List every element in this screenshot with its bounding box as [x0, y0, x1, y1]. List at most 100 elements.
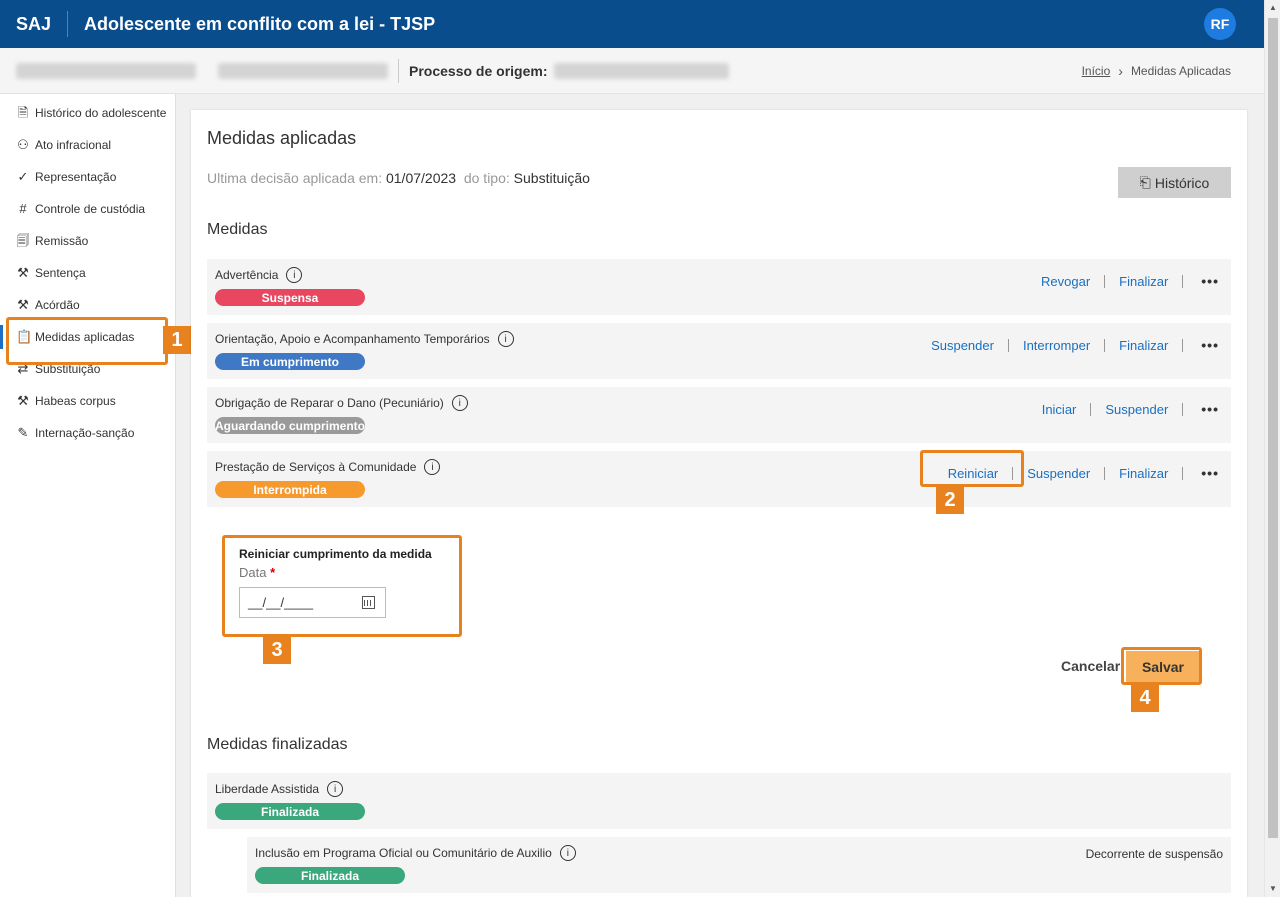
more-options-icon[interactable]: ••• [1201, 273, 1219, 289]
annotation-box-3 [222, 535, 462, 637]
info-icon[interactable]: i [327, 781, 344, 797]
sidebar-item-label: Ato infracional [35, 138, 112, 152]
breadcrumb-current: Medidas Aplicadas [1130, 64, 1231, 78]
divider [1104, 338, 1106, 352]
grid-hash-icon: # [19, 201, 27, 216]
finished-section-title: Medidas finalizadas [207, 736, 348, 753]
scroll-up-icon[interactable]: ▲ [1269, 3, 1277, 12]
check-icon: ✓ [17, 169, 29, 184]
sidebar-item-internacao-sancao[interactable]: ✎ Internação-sanção [0, 417, 175, 449]
measure-name: Orientação, Apoio e Acompanhamento Tempo… [215, 332, 490, 346]
suspend-button[interactable]: Suspender [1027, 466, 1090, 481]
sidebar-item-label: Habeas corpus [35, 394, 116, 408]
page-title: Medidas aplicadas [207, 128, 357, 148]
info-icon[interactable]: i [286, 267, 303, 283]
cancel-button[interactable]: Cancelar [1061, 658, 1120, 674]
sidebar-item-representacao[interactable]: ✓ Representação [0, 161, 175, 193]
sidebar-item-label: Controle de custódia [35, 202, 146, 216]
breadcrumb-home[interactable]: Início [1082, 64, 1111, 78]
measure-row: Advertência i Suspensa Revogar Finalizar … [207, 259, 1231, 315]
revoke-button[interactable]: Revogar [1041, 274, 1090, 289]
edit-document-icon: ✎ [17, 425, 29, 440]
sidebar-item-label: Sentença [35, 266, 86, 280]
vertical-scrollbar[interactable]: ▲ ▼ [1264, 0, 1280, 897]
breadcrumb: Início › Medidas Aplicadas [1082, 63, 1231, 79]
redacted-number [218, 62, 388, 79]
status-badge: Em cumprimento [215, 353, 365, 370]
more-options-icon[interactable]: ••• [1201, 401, 1219, 417]
measure-name: Inclusão em Programa Oficial ou Comunitá… [255, 846, 552, 860]
annotation-box-2 [920, 450, 1024, 487]
chevron-right-icon: › [1118, 63, 1123, 79]
info-icon[interactable]: i [559, 845, 576, 861]
history-button-label: Histórico [1154, 174, 1210, 191]
user-avatar[interactable]: RF [1204, 8, 1236, 40]
measure-row: Prestação de Serviços à Comunidade i Inte… [207, 451, 1231, 507]
suspend-button[interactable]: Suspender [1105, 402, 1168, 417]
interrupt-button[interactable]: Interromper [1023, 338, 1090, 353]
process-bar: Processo de origem: Início › Medidas Apl… [0, 48, 1264, 94]
finished-measure-row: Inclusão em Programa Oficial ou Comunitá… [247, 837, 1231, 893]
measure-name: Prestação de Serviços à Comunidade [215, 460, 417, 474]
finished-measure-row: Liberdade Assistida i Finalizada [207, 773, 1231, 829]
status-badge: Finalizada [215, 803, 365, 820]
measure-name: Advertência [215, 268, 279, 282]
divider [1007, 338, 1009, 352]
app-title: Adolescente em conflito com a lei - TJSP [84, 13, 436, 34]
sidebar-item-habeas-corpus[interactable]: ⚒ Habeas corpus [0, 385, 175, 417]
gavel-icon: ⚒ [17, 297, 29, 312]
annotation-number-1: 1 [163, 326, 191, 354]
info-icon[interactable]: i [424, 459, 441, 475]
divider [1104, 466, 1106, 480]
more-options-icon[interactable]: ••• [1201, 337, 1219, 353]
suspend-button[interactable]: Suspender [931, 338, 994, 353]
sidebar-item-controle-custodia[interactable]: # Controle de custódia [0, 193, 175, 225]
annotation-box-1 [6, 317, 168, 365]
divider [398, 58, 399, 83]
sidebar-item-sentenca[interactable]: ⚒ Sentença [0, 257, 175, 289]
finalize-button[interactable]: Finalizar [1119, 466, 1168, 481]
decision-type-label: do tipo: [463, 170, 510, 186]
gavel-icon: ⚒ [17, 393, 29, 408]
finalize-button[interactable]: Finalizar [1119, 338, 1168, 353]
divider [1182, 274, 1184, 288]
finalize-button[interactable]: Finalizar [1119, 274, 1168, 289]
document-icon: 🗎 [17, 105, 29, 120]
redacted-origin-number [553, 62, 729, 79]
annotation-number-4: 4 [1131, 684, 1159, 712]
measure-row: Obrigação de Reparar o Dano (Pecuniário)… [207, 387, 1231, 443]
last-decision-info: Ultima decisão aplicada em: 01/07/2023 d… [207, 170, 590, 186]
divider [1182, 466, 1184, 480]
divider [1182, 338, 1184, 352]
start-button[interactable]: Iniciar [1042, 402, 1077, 417]
history-icon: ⎗ [1139, 174, 1151, 190]
annotation-number-2: 2 [936, 486, 964, 514]
more-options-icon[interactable]: ••• [1201, 465, 1219, 481]
sidebar-item-label: Representação [35, 170, 117, 184]
gavel-icon: ⚒ [17, 265, 29, 280]
history-button[interactable]: ⎗ Histórico [1118, 167, 1231, 198]
divider [1090, 402, 1092, 416]
app-header: SAJ Adolescente em conflito com a lei - … [0, 0, 1264, 48]
scroll-down-icon[interactable]: ▼ [1269, 884, 1277, 893]
info-icon[interactable]: i [497, 331, 514, 347]
status-badge: Finalizada [255, 867, 405, 884]
sidebar: 🗎 Histórico do adolescente ⚇ Ato infracion… [0, 94, 176, 897]
measure-name: Obrigação de Reparar o Dano (Pecuniário) [215, 396, 444, 410]
scroll-thumb[interactable] [1268, 18, 1278, 838]
status-badge: Suspensa [215, 289, 365, 306]
sidebar-item-ato-infracional[interactable]: ⚇ Ato infracional [0, 129, 175, 161]
decision-date-value: 01/07/2023 [385, 170, 457, 186]
brand-logo[interactable]: SAJ [0, 11, 68, 37]
decision-type-value: Substituição [513, 170, 590, 186]
document-search-icon: 🗐 [16, 233, 30, 248]
sidebar-item-label: Histórico do adolescente [35, 106, 167, 120]
annotation-box-4 [1121, 647, 1202, 685]
divider [1104, 274, 1106, 288]
main-card: Medidas aplicadas Ultima decisão aplicad… [191, 110, 1247, 897]
sidebar-item-remissao[interactable]: 🗐 Remissão [0, 225, 175, 257]
annotation-number-3: 3 [263, 636, 291, 664]
measure-row: Orientação, Apoio e Acompanhamento Tempo… [207, 323, 1231, 379]
info-icon[interactable]: i [451, 395, 468, 411]
sidebar-item-historico[interactable]: 🗎 Histórico do adolescente [0, 97, 175, 129]
